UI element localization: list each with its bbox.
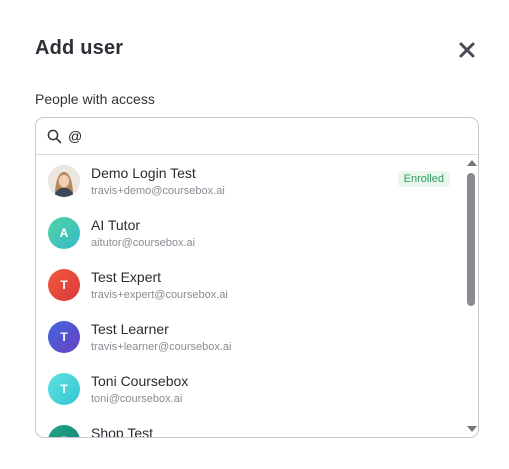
user-email: travis+expert@coursebox.ai	[91, 289, 228, 301]
user-picker-panel: Demo Login Test travis+demo@coursebox.ai E…	[35, 117, 479, 438]
user-list: Demo Login Test travis+demo@coursebox.ai E…	[36, 155, 464, 438]
search-input[interactable]	[68, 126, 448, 146]
user-email: travis+demo@coursebox.ai	[91, 185, 225, 197]
user-email: aitutor@coursebox.ai	[91, 237, 196, 249]
avatar-initial: T	[48, 321, 80, 353]
avatar-initial: T	[48, 269, 80, 301]
user-list-item[interactable]: T Test Learner travis+learner@coursebox.ai	[36, 311, 464, 363]
user-list-item[interactable]: Demo Login Test travis+demo@coursebox.ai E…	[36, 155, 464, 207]
scroll-up-arrow-icon[interactable]	[466, 158, 478, 168]
search-icon	[47, 129, 62, 144]
user-email: travis+learner@coursebox.ai	[91, 341, 232, 353]
close-icon[interactable]	[456, 39, 478, 61]
user-name: AI Tutor	[91, 217, 141, 233]
user-name: Test Learner	[91, 321, 169, 337]
avatar-initial: T	[48, 373, 80, 405]
avatar-initial: S	[48, 425, 80, 437]
user-name: Shop Test	[91, 425, 154, 438]
user-name: Demo Login Test	[91, 165, 196, 181]
people-with-access-label: People with access	[35, 91, 155, 107]
scrollbar[interactable]	[465, 155, 478, 437]
user-email: toni@coursebox.ai	[91, 393, 183, 405]
person-photo-icon	[48, 165, 80, 197]
scroll-down-arrow-icon[interactable]	[466, 424, 478, 434]
user-name: Toni Coursebox	[91, 373, 189, 389]
user-list-item[interactable]: T Test Expert travis+expert@coursebox.ai	[36, 259, 464, 311]
user-list-item[interactable]: T Toni Coursebox toni@coursebox.ai	[36, 363, 464, 415]
search-bar	[36, 118, 478, 155]
avatar-photo	[48, 165, 80, 197]
scrollbar-thumb[interactable]	[467, 173, 475, 306]
avatar-initial: A	[48, 217, 80, 249]
dialog-title: Add user	[35, 37, 124, 59]
user-name: Test Expert	[91, 269, 162, 285]
enrolled-badge: Enrolled	[397, 171, 450, 187]
user-list-item[interactable]: A AI Tutor aitutor@coursebox.ai	[36, 207, 464, 259]
user-list-item[interactable]: S Shop Test	[36, 415, 464, 438]
